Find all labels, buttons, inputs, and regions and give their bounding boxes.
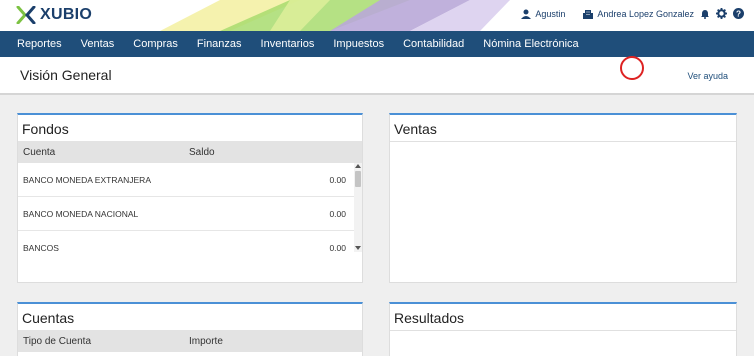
column-header-saldo: Saldo — [189, 146, 215, 158]
menu-reportes[interactable]: Reportes — [17, 38, 62, 50]
bell-icon[interactable] — [700, 9, 710, 19]
help-icon[interactable]: ? — [733, 8, 744, 19]
panel-fondos: Fondos Cuenta Saldo BANCO MONEDA EXTRANJ… — [17, 113, 363, 283]
table-row[interactable]: BANCO MONEDA EXTRANJERA 0.00 — [18, 163, 362, 197]
company-menu[interactable]: Andrea Lopez Gonzalez — [583, 9, 694, 19]
page-title: Visión General — [20, 67, 112, 83]
menu-nomina-electronica[interactable]: Nómina Electrónica — [483, 38, 578, 50]
account-amount: 0.00 — [329, 208, 346, 219]
top-bar: XUBIO Agustin Andrea Lopez Gonzalez ? — [0, 0, 754, 31]
user-name: Agustin — [535, 8, 566, 19]
menu-ventas[interactable]: Ventas — [81, 38, 115, 50]
table-body: BANCO MONEDA EXTRANJERA 0.00 BANCO MONED… — [18, 163, 362, 252]
svg-text:?: ? — [736, 10, 741, 19]
help-link[interactable]: Ver ayuda — [687, 71, 728, 81]
panel-resultados: Resultados — [389, 302, 737, 356]
panel-ventas: Ventas — [389, 113, 737, 283]
menu-impuestos[interactable]: Impuestos — [333, 38, 384, 50]
xubio-logo-icon — [16, 6, 36, 24]
xubio-logo[interactable]: XUBIO — [16, 6, 92, 24]
user-icon — [521, 9, 532, 19]
user-menu[interactable]: Agustin — [521, 9, 565, 19]
logo-text: XUBIO — [40, 6, 93, 23]
scrollbar[interactable] — [354, 163, 362, 252]
menu-contabilidad[interactable]: Contabilidad — [403, 38, 464, 50]
panel-body — [390, 141, 736, 142]
account-name: BANCO MONEDA EXTRANJERA — [23, 174, 151, 185]
column-header-cuenta: Cuenta — [23, 146, 56, 158]
panel-cuentas: Cuentas Tipo de Cuenta Importe — [17, 302, 363, 356]
menu-compras[interactable]: Compras — [133, 38, 178, 50]
table-header: Cuenta Saldo — [18, 141, 362, 163]
panel-title: Resultados — [394, 310, 465, 326]
account-amount: 0.00 — [329, 242, 346, 253]
company-name: Andrea Lopez Gonzalez — [597, 8, 694, 19]
table-row[interactable]: BANCO MONEDA NACIONAL 0.00 — [18, 197, 362, 231]
panel-title: Fondos — [22, 121, 69, 137]
account-amount: 0.00 — [329, 174, 346, 185]
scroll-thumb[interactable] — [355, 171, 361, 187]
panel-title: Ventas — [394, 121, 437, 137]
scroll-up-arrow-icon[interactable] — [355, 164, 361, 168]
building-icon — [583, 9, 594, 19]
user-area: Agustin Andrea Lopez Gonzalez ? — [521, 8, 744, 19]
menu-inventarios[interactable]: Inventarios — [261, 38, 315, 50]
column-header-tipo-de-cuenta: Tipo de Cuenta — [23, 335, 92, 347]
table-header: Tipo de Cuenta Importe — [18, 330, 362, 352]
column-header-importe: Importe — [189, 335, 223, 347]
menu-finanzas[interactable]: Finanzas — [197, 38, 242, 50]
cursor-indicator — [620, 56, 644, 80]
gear-icon[interactable] — [716, 8, 727, 19]
panel-title: Cuentas — [22, 310, 75, 326]
main-menu: Reportes Ventas Compras Finanzas Inventa… — [0, 31, 754, 57]
table-row[interactable]: BANCOS 0.00 — [18, 231, 362, 253]
panel-body — [390, 330, 736, 331]
account-name: BANCOS — [23, 242, 59, 253]
account-name: BANCO MONEDA NACIONAL — [23, 208, 139, 219]
scroll-down-arrow-icon[interactable] — [355, 246, 361, 250]
